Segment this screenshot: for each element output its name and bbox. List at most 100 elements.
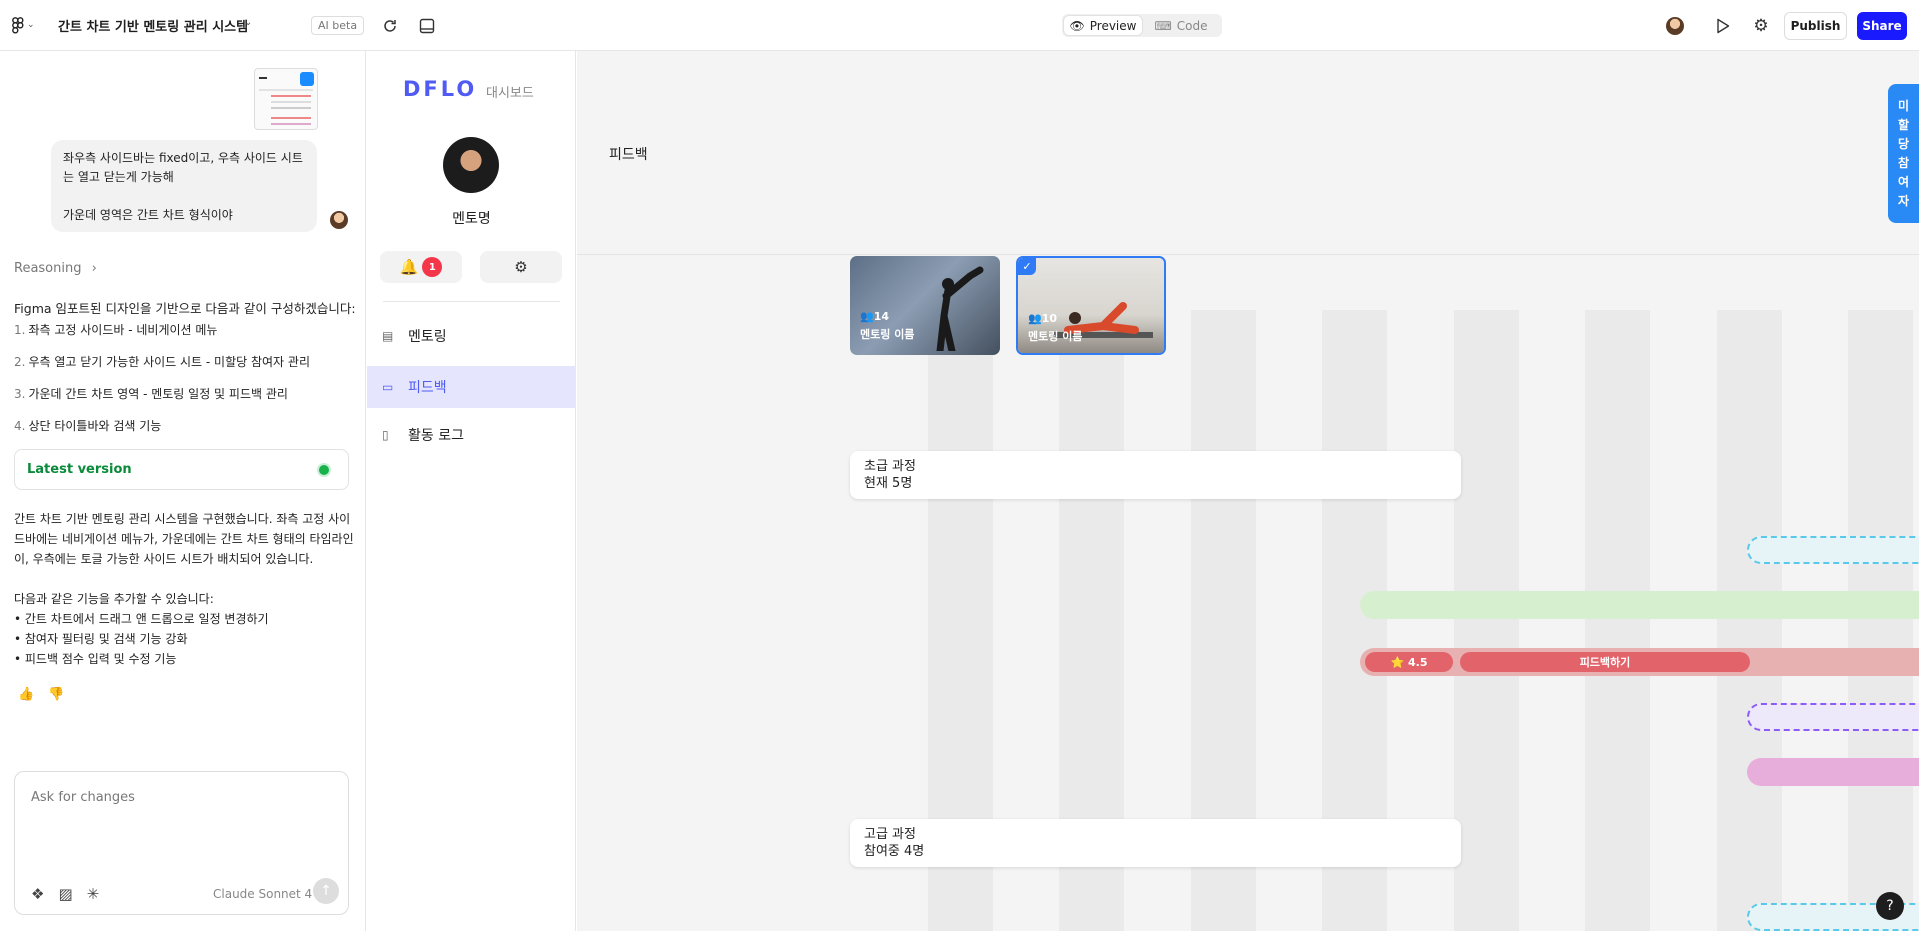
- share-button[interactable]: Share: [1857, 12, 1907, 40]
- step-text: 좌측 고정 사이드바 - 네비게이션 메뉴: [28, 323, 218, 337]
- nav-label: 피드백: [408, 380, 447, 396]
- step-number: 1.: [14, 323, 26, 337]
- bell-icon: 🔔: [399, 258, 419, 276]
- mentoring-card-selected[interactable]: ✓ 👥10 멘토링 이름: [1016, 256, 1166, 355]
- features-intro: 다음과 같은 기능을 추가할 수 있습니다:: [14, 592, 214, 606]
- project-menu-chevron-icon[interactable]: ⌄: [244, 17, 252, 28]
- code-icon: ⌨: [1154, 18, 1172, 33]
- list-item: • 피드백 점수 입력 및 수정 기능: [14, 652, 177, 666]
- unassigned-participants-tab[interactable]: 미 할 당 참 여 자: [1888, 84, 1919, 223]
- participant-count: 👥14: [860, 310, 890, 323]
- user-message-bubble: 좌우측 사이드바는 fixed이고, 우측 사이드 시트는 열고 닫는게 가능해…: [51, 140, 317, 232]
- notification-badge: 1: [422, 257, 443, 277]
- play-icon[interactable]: [1712, 15, 1734, 37]
- figma-link-icon: [300, 72, 314, 86]
- model-selector[interactable]: Claude Sonnet 4: [213, 887, 312, 901]
- ai-beta-badge: AI beta: [311, 16, 365, 35]
- chat-panel: 좌우측 사이드바는 fixed이고, 우측 사이드 시트는 열고 닫는게 가능해…: [0, 51, 366, 931]
- assistant-summary: 간트 차트 기반 멘토링 관리 시스템을 구현했습니다. 좌측 고정 사이드바에…: [14, 512, 354, 566]
- notifications-button[interactable]: 🔔 1: [380, 251, 462, 283]
- gantt-column: [1585, 310, 1650, 931]
- latest-version-card[interactable]: Latest version: [14, 449, 349, 490]
- preview-label: Preview: [1089, 18, 1137, 33]
- plan-steps-list: 1. 좌측 고정 사이드바 - 네비게이션 메뉴 2. 우측 열고 닫기 가능한 사…: [14, 321, 310, 449]
- step-text: 가운데 간트 차트 영역 - 멘토링 일정 및 피드백 관리: [28, 387, 288, 401]
- thumbs-down-icon[interactable]: 👎: [48, 687, 64, 702]
- feedback-button[interactable]: 피드백하기: [1460, 652, 1750, 672]
- nav-label: 멘토링: [408, 329, 447, 345]
- side-tab-label: 미 할 당 참 여 자: [1897, 98, 1910, 208]
- list-item: 4. 상단 타이틀바와 검색 기능: [14, 417, 310, 449]
- gantt-canvas: 피드백 👥14 멘토링 이름 ✓ 👥10 멘토링 이름 초급 과정 현재 5명 …: [577, 51, 1919, 931]
- gantt-column: [1717, 310, 1782, 931]
- nav-item-mentoring[interactable]: ▤ 멘토링: [367, 315, 576, 357]
- step-number: 4.: [14, 419, 26, 433]
- thumbs-up-icon[interactable]: 👍: [18, 687, 34, 702]
- gantt-bar-scheduled[interactable]: [1747, 703, 1919, 731]
- profile-avatar: [443, 137, 499, 193]
- yoga-figure-icon: [936, 266, 984, 351]
- reasoning-toggle[interactable]: Reasoning ›: [14, 261, 97, 276]
- message-icon: ▭: [382, 380, 394, 394]
- project-title[interactable]: 간트 차트 기반 멘토링 관리 시스템: [58, 16, 248, 35]
- nav-label: 활동 로그: [408, 428, 464, 444]
- clipboard-icon: ▤: [382, 329, 394, 343]
- step-text: 우측 열고 닫기 가능한 사이드 시트 - 미할당 참여자 관리: [28, 355, 310, 369]
- publish-button[interactable]: Publish: [1784, 12, 1847, 40]
- chevron-down-icon: ⌄: [27, 20, 35, 30]
- gantt-bar-session[interactable]: [1747, 758, 1919, 786]
- brand-subtitle: 대시보드: [486, 86, 534, 101]
- divider: [383, 301, 560, 302]
- app-sidebar: DFLO 대시보드 멘토명 🔔 1 ⚙ ▤ 멘토링 ▭ 피드백 ▯ 활동 로그: [367, 51, 576, 931]
- gantt-bar-progress[interactable]: [1360, 591, 1919, 619]
- send-arrow-icon[interactable]: ↑: [313, 878, 339, 904]
- gantt-column: [1848, 310, 1913, 931]
- list-item: • 간트 차트에서 드래그 앤 드롭으로 일정 변경하기: [14, 612, 269, 626]
- latest-version-label: Latest version: [27, 462, 132, 477]
- attached-design-thumbnail[interactable]: [254, 68, 318, 130]
- top-bar: ⌄ 간트 차트 기반 멘토링 관리 시스템 ⌄ AI beta 👁 Previe…: [0, 0, 1919, 51]
- profile-name: 멘토명: [452, 211, 491, 227]
- mentoring-card[interactable]: 👥14 멘토링 이름: [850, 256, 1000, 355]
- course-subtitle: 참여중 4명: [864, 844, 925, 859]
- divider: [577, 254, 1919, 255]
- code-tab[interactable]: ⌨ Code: [1142, 16, 1220, 35]
- ask-placeholder: Ask for changes: [31, 790, 135, 805]
- feedback-buttons: 👍 👎: [18, 687, 64, 702]
- nav-item-feedback[interactable]: ▭ 피드백: [367, 366, 576, 408]
- feature-suggestions: 다음과 같은 기능을 추가할 수 있습니다: • 간트 차트에서 드래그 앤 드…: [14, 589, 269, 669]
- user-avatar[interactable]: [1666, 17, 1684, 35]
- card-title: 멘토링 이름: [860, 328, 915, 341]
- figma-menu-button[interactable]: ⌄: [12, 14, 46, 36]
- preview-code-toggle: 👁 Preview ⌨ Code: [1062, 14, 1222, 37]
- refresh-icon[interactable]: [379, 15, 401, 37]
- checkmark-icon: ✓: [1018, 258, 1036, 275]
- message-avatar: [330, 211, 348, 229]
- page-title: 피드백: [609, 147, 648, 163]
- settings-button[interactable]: ⚙: [480, 251, 562, 283]
- list-item: • 참여자 필터링 및 검색 기능 강화: [14, 632, 188, 646]
- help-icon[interactable]: ?: [1876, 892, 1904, 920]
- course-row[interactable]: 초급 과정 현재 5명: [850, 451, 1461, 499]
- brand-logo: DFLO: [403, 77, 478, 101]
- ask-for-changes-input[interactable]: Ask for changes ❖ ▨ ✳ Claude Sonnet 4 ↑: [14, 771, 349, 915]
- figma-import-icon[interactable]: ❖: [31, 885, 44, 903]
- reasoning-label: Reasoning: [14, 261, 82, 276]
- code-label: Code: [1176, 18, 1208, 33]
- course-title: 고급 과정: [864, 827, 916, 842]
- rating-pill: ⭐ 4.5: [1365, 652, 1453, 672]
- input-tools: ❖ ▨ ✳: [31, 885, 99, 903]
- list-item: 2. 우측 열고 닫기 가능한 사이드 시트 - 미할당 참여자 관리: [14, 353, 310, 385]
- image-icon[interactable]: ▨: [58, 885, 72, 903]
- gantt-bar-pending[interactable]: [1747, 536, 1919, 564]
- select-element-icon[interactable]: ✳: [87, 885, 100, 903]
- course-row[interactable]: 고급 과정 참여중 4명: [850, 819, 1461, 867]
- step-number: 3.: [14, 387, 26, 401]
- preview-tab[interactable]: 👁 Preview: [1064, 16, 1142, 35]
- panel-toggle-icon[interactable]: [416, 15, 438, 37]
- nav-item-activity-log[interactable]: ▯ 활동 로그: [367, 414, 576, 456]
- settings-gear-icon[interactable]: ⚙: [1750, 15, 1772, 37]
- document-icon: ▯: [382, 428, 389, 442]
- figma-logo-icon: [12, 16, 24, 34]
- step-number: 2.: [14, 355, 26, 369]
